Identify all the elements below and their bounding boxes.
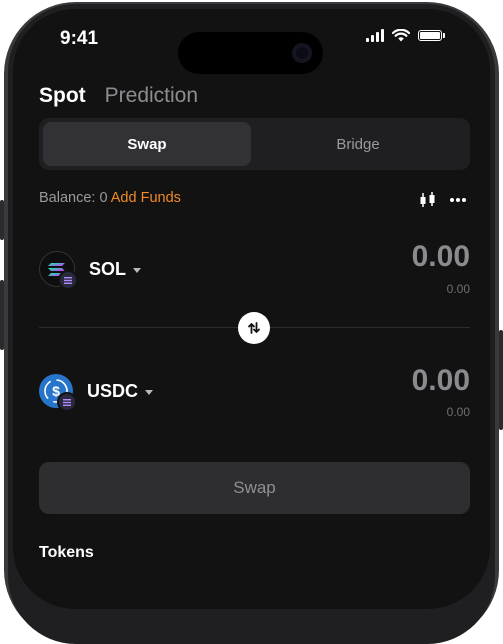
signal-icon: [366, 29, 384, 42]
solana-network-badge-icon: [57, 392, 77, 412]
more-options-icon[interactable]: [449, 191, 467, 209]
from-token-symbol: SOL: [89, 258, 127, 279]
app-screen: 9:41 Spot Prediction Swap Bridge Balance…: [13, 9, 490, 609]
from-token-selector[interactable]: SOL: [39, 251, 142, 290]
swap-direction-icon: [248, 322, 260, 334]
balance-row: Balance: 0 Add Funds: [39, 190, 181, 206]
status-icons: [366, 29, 445, 42]
dynamic-island: [178, 32, 323, 74]
camera-icon: [292, 43, 312, 63]
to-amount-input[interactable]: 0.00: [412, 364, 470, 398]
segment-swap[interactable]: Swap: [43, 122, 251, 166]
to-amount-fiat: 0.00: [446, 405, 470, 419]
side-button-left-1: [0, 200, 4, 240]
solana-network-badge-icon: [58, 270, 78, 290]
tab-prediction[interactable]: Prediction: [105, 84, 198, 108]
battery-icon: [418, 30, 442, 41]
wifi-icon: [392, 29, 410, 42]
chevron-down-icon: [145, 389, 154, 395]
status-time: 9:41: [60, 28, 99, 49]
sol-token-icon: [39, 251, 78, 290]
swap-bridge-toggle: Swap Bridge: [39, 118, 470, 170]
tokens-section-title: Tokens: [39, 544, 94, 561]
usdc-token-icon: $: [39, 374, 77, 412]
mode-tabs: Spot Prediction: [39, 84, 198, 108]
to-token-selector[interactable]: $ USDC: [39, 374, 154, 412]
segment-bridge[interactable]: Bridge: [254, 122, 462, 166]
add-funds-link[interactable]: Add Funds: [111, 190, 181, 206]
candlestick-chart-icon[interactable]: [419, 191, 437, 209]
flip-tokens-button[interactable]: [238, 312, 270, 344]
from-amount-input[interactable]: 0.00: [412, 240, 470, 274]
balance-label: Balance: 0: [39, 190, 108, 206]
tab-spot[interactable]: Spot: [39, 84, 86, 108]
from-amount-fiat: 0.00: [446, 282, 470, 296]
swap-button[interactable]: Swap: [39, 462, 470, 514]
side-button-right: [499, 330, 503, 430]
to-token-symbol: USDC: [87, 380, 139, 401]
side-button-left-2: [0, 280, 4, 350]
chevron-down-icon: [133, 267, 142, 273]
